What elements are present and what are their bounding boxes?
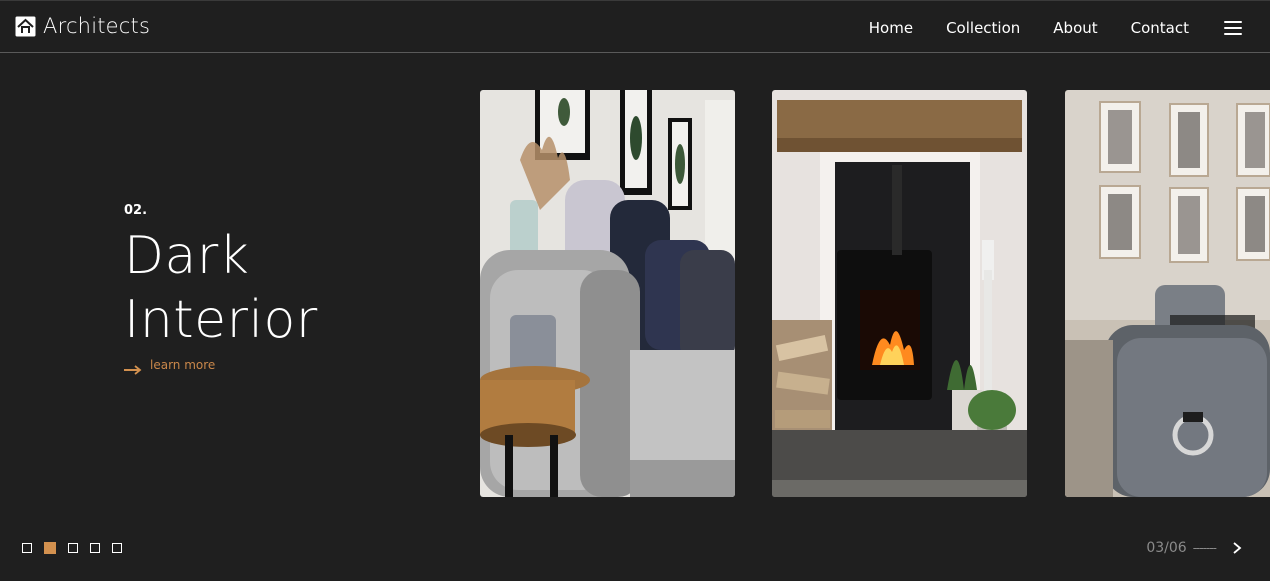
arrow-right-icon — [124, 360, 142, 375]
slide-title: Dark Interior — [124, 224, 444, 352]
fireplace-image[interactable] — [772, 90, 1027, 497]
slide-counter: 03/06 ------- — [1146, 540, 1244, 556]
header: Architects Home Collection About Contact — [0, 0, 1270, 53]
nav-about[interactable]: About — [1053, 19, 1097, 37]
pagination-dot-4[interactable] — [90, 543, 100, 553]
living-room-sofa-image[interactable] — [480, 90, 735, 497]
learn-more-label: learn more — [150, 358, 216, 372]
hero-text: 02. Dark Interior learn more — [124, 203, 444, 375]
pagination-dot-5[interactable] — [112, 543, 122, 553]
house-icon — [15, 16, 36, 37]
brand-logo[interactable]: Architects — [15, 14, 150, 38]
chevron-right-icon[interactable] — [1230, 540, 1244, 556]
main-nav: Home Collection About Contact — [869, 1, 1270, 54]
page: Architects Home Collection About Contact… — [0, 0, 1270, 581]
learn-more-link[interactable]: learn more — [124, 358, 444, 375]
brand-name: Architects — [43, 14, 151, 38]
nav-collection[interactable]: Collection — [946, 19, 1020, 37]
slide-counter-text: 03/06 — [1146, 540, 1187, 556]
pagination-dot-2-active[interactable] — [44, 542, 56, 554]
pagination-dot-3[interactable] — [68, 543, 78, 553]
slide-counter-divider: ------- — [1192, 541, 1217, 555]
nav-contact[interactable]: Contact — [1131, 19, 1189, 37]
nav-home[interactable]: Home — [869, 19, 913, 37]
dining-room-image[interactable] — [1065, 90, 1270, 497]
slide-title-line-1: Dark — [124, 226, 250, 286]
pagination-dot-1[interactable] — [22, 543, 32, 553]
hamburger-menu-icon[interactable] — [1224, 20, 1242, 35]
slide-number: 02. — [124, 203, 148, 218]
slide-title-line-2: Interior — [124, 290, 318, 350]
pagination-dots — [22, 542, 134, 554]
